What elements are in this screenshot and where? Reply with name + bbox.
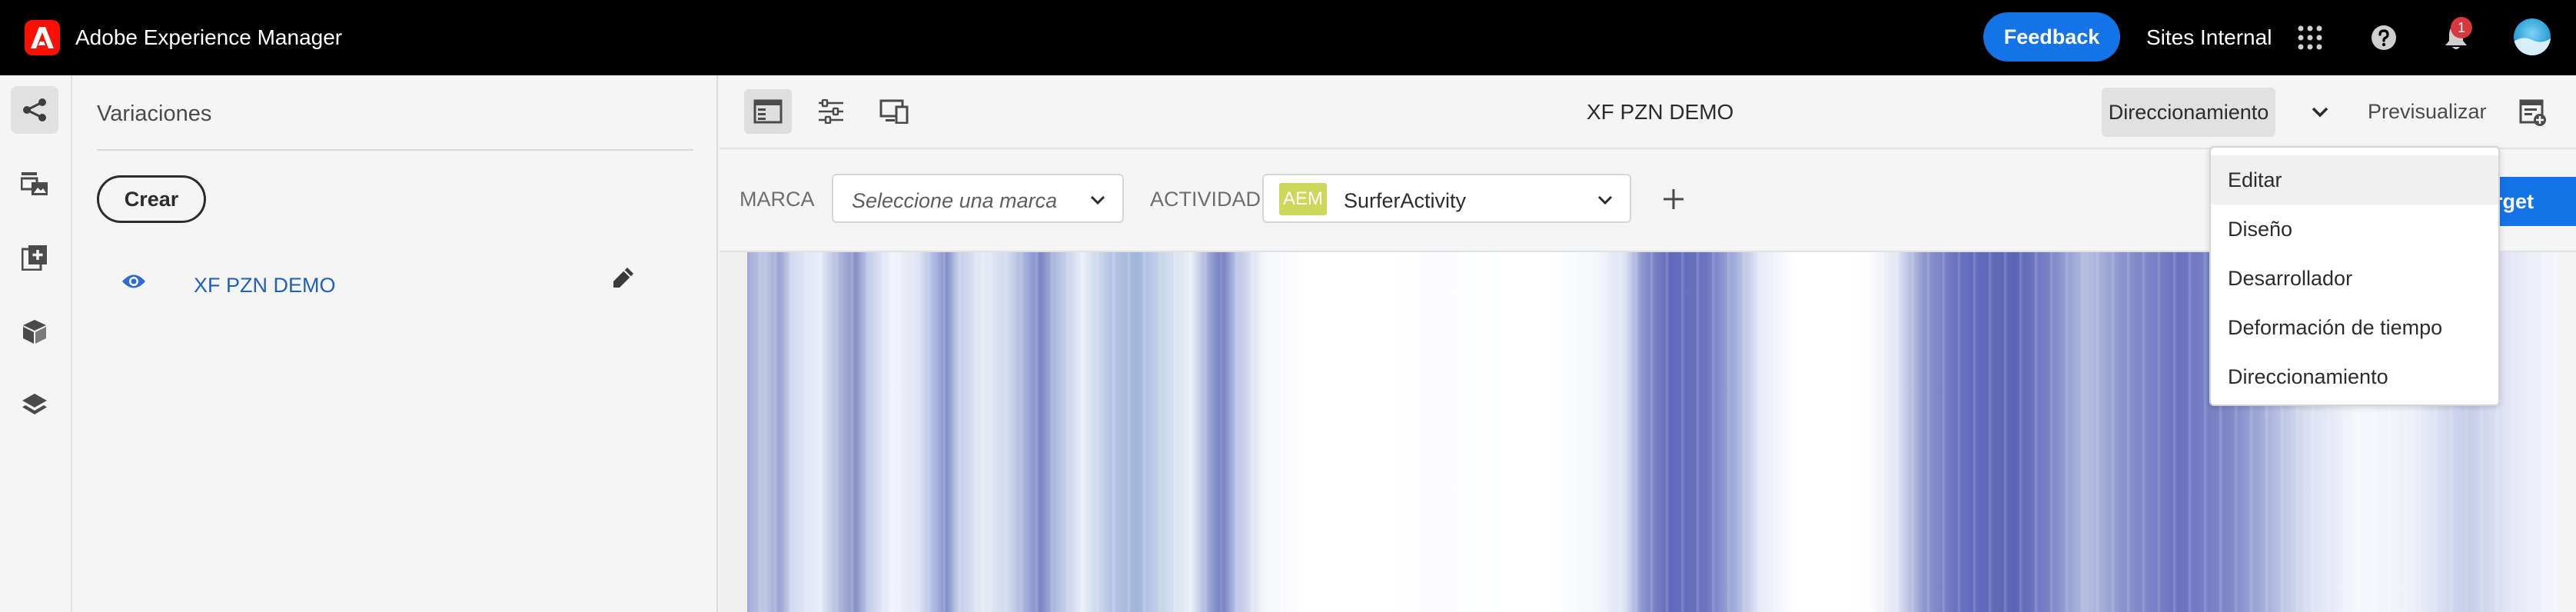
create-button[interactable]: Crear [97,175,206,223]
rail-layers-button[interactable] [11,381,58,429]
mode-menu: Editar Diseño Desarrollador Deformación … [2209,146,2500,406]
toggle-side-panel-button[interactable] [744,89,792,134]
plus-icon [1664,189,1684,209]
page-title: XF PZN DEMO [1587,100,1734,124]
menu-item-targeting[interactable]: Direccionamiento [2211,352,2498,401]
layers-icon [22,394,47,414]
menu-item-developer[interactable]: Desarrollador [2211,254,2498,303]
notification-badge: 1 [2451,17,2472,38]
panel-divider [97,149,693,151]
activity-select-value: SurferActivity [1344,189,1467,212]
menu-item-design[interactable]: Diseño [2211,205,2498,254]
image-layout-icon [21,172,48,195]
emulator-button[interactable] [870,89,918,134]
add-activity-button[interactable] [1656,181,1691,217]
activity-select[interactable]: AEM SurferActivity [1262,174,1631,223]
package-icon [23,320,46,344]
canvas-gutter [720,252,747,612]
adobe-a-icon [31,27,54,48]
brand-select[interactable]: Seleccione una marca [832,174,1124,223]
editor-toolbar: XF PZN DEMO Direccionamiento Previsualiz… [720,75,2576,149]
pencil-icon[interactable] [607,263,638,294]
avatar[interactable] [2514,18,2551,55]
variation-row[interactable]: XF PZN DEMO [118,260,680,306]
avatar-wave-icon [2514,38,2551,55]
page-properties-button[interactable] [807,89,855,134]
chevron-down-icon[interactable] [2302,94,2338,131]
brand-select-placeholder: Seleccione una marca [852,189,1058,212]
org-switcher[interactable]: Sites Internal [2146,23,2272,52]
menu-item-timewarp[interactable]: Deformación de tiempo [2211,303,2498,352]
adobe-logo[interactable] [25,20,60,55]
apps-grid-icon[interactable] [2292,20,2328,55]
preview-button[interactable]: Previsualizar [2368,100,2487,124]
sliders-icon [819,99,843,124]
panel-title: Variaciones [97,101,212,126]
aem-badge: AEM [1279,183,1327,215]
variation-label[interactable]: XF PZN DEMO [194,274,336,298]
shell-bar: Adobe Experience Manager Feedback Sites … [0,0,2576,75]
add-page-icon [22,245,47,271]
chevron-down-icon [1591,186,1619,214]
chevron-down-icon [1084,186,1112,214]
brand-label: MARCA [740,188,815,211]
left-rail [0,75,72,612]
menu-item-edit[interactable]: Editar [2211,155,2498,205]
eye-icon[interactable] [118,266,149,297]
rail-assets-button[interactable] [11,160,58,208]
annotations-icon[interactable] [2514,94,2552,132]
rail-variations-button[interactable] [11,86,58,134]
share-icon [23,98,46,121]
devices-icon [879,99,909,124]
activity-label: ACTIVIDAD [1150,188,1261,211]
side-panel-icon [753,99,783,124]
help-icon[interactable] [2366,20,2401,55]
rail-components-button[interactable] [11,234,58,281]
feedback-button[interactable]: Feedback [1983,12,2120,62]
rail-content-button[interactable] [11,308,58,355]
variations-panel: Variaciones Crear XF PZN DEMO [72,75,718,612]
mode-select[interactable]: Direccionamiento [2102,88,2275,137]
app-title[interactable]: Adobe Experience Manager [75,23,342,52]
